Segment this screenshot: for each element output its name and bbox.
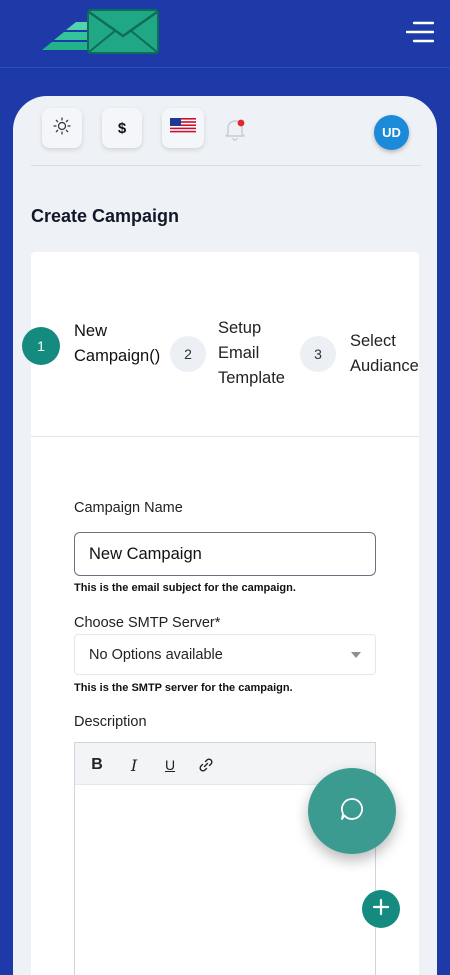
avatar[interactable]: UD xyxy=(374,115,409,150)
theme-toggle-button[interactable] xyxy=(42,108,82,148)
italic-button[interactable]: I xyxy=(123,754,145,776)
currency-symbol: $ xyxy=(117,119,127,137)
smtp-server-hint: This is the SMTP server for the campaign… xyxy=(74,682,293,694)
envelope-logo[interactable] xyxy=(42,8,160,56)
top-bar xyxy=(0,0,450,68)
campaign-name-hint: This is the email subject for the campai… xyxy=(74,582,296,594)
smtp-server-selected: No Options available xyxy=(89,646,223,663)
step-3-label[interactable]: Select Audiance xyxy=(350,329,419,379)
smtp-server-label: Choose SMTP Server* xyxy=(74,615,221,631)
hamburger-menu-icon[interactable] xyxy=(405,19,435,45)
notifications-button[interactable] xyxy=(222,116,248,142)
stepper: 1 New Campaign() 2 Setup Email Template … xyxy=(22,252,419,437)
chat-bubble-icon xyxy=(339,796,365,827)
step-1-label[interactable]: New Campaign() xyxy=(74,319,160,369)
language-button[interactable] xyxy=(162,108,204,148)
step-2-number[interactable]: 2 xyxy=(170,336,206,372)
bold-button[interactable]: B xyxy=(86,754,108,776)
step-1-number[interactable]: 1 xyxy=(22,327,60,365)
description-label: Description xyxy=(74,714,147,730)
step-2-label[interactable]: Setup Email Template xyxy=(218,316,285,391)
avatar-initials: UD xyxy=(382,125,401,140)
campaign-name-label: Campaign Name xyxy=(74,500,183,516)
add-button[interactable] xyxy=(362,890,400,928)
currency-button[interactable]: $ xyxy=(102,108,142,148)
page-title: Create Campaign xyxy=(31,206,180,226)
chevron-down-icon xyxy=(351,652,361,658)
toolbar-divider xyxy=(31,165,421,166)
campaign-name-input[interactable]: New Campaign xyxy=(74,532,376,576)
underline-button[interactable]: U xyxy=(159,754,181,776)
smtp-server-select[interactable]: No Options available xyxy=(74,634,376,675)
notification-dot xyxy=(237,119,245,127)
plus-icon xyxy=(371,897,391,922)
bell-icon xyxy=(222,119,248,146)
chat-button[interactable] xyxy=(308,768,396,854)
us-flag-icon xyxy=(170,118,196,138)
step-3-number[interactable]: 3 xyxy=(300,336,336,372)
utility-toolbar: $ UD xyxy=(13,96,437,166)
link-icon[interactable] xyxy=(195,754,217,776)
sun-icon xyxy=(53,116,71,140)
